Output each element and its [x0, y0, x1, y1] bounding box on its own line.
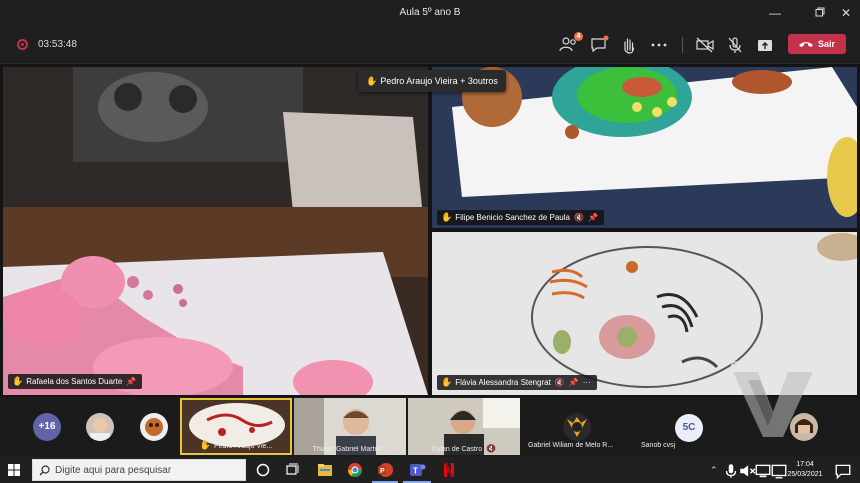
more-actions-button[interactable]	[648, 35, 670, 55]
task-view-icon[interactable]	[284, 461, 302, 479]
camera-off-button[interactable]	[694, 35, 716, 55]
netflix-icon[interactable]	[440, 461, 458, 479]
maximize-icon[interactable]	[811, 4, 829, 22]
close-icon[interactable]: ✕	[837, 4, 855, 22]
recording-icon	[17, 39, 28, 50]
leave-label: Sair	[818, 39, 836, 49]
phone-hangup-icon	[799, 42, 813, 47]
participant-name: Dylan de Castro 🔇	[431, 444, 497, 453]
minimize-icon[interactable]: —	[766, 4, 784, 22]
avatar[interactable]	[563, 413, 591, 441]
raised-hand-icon: ✋	[441, 377, 453, 387]
mic-off-small-icon: 🔇	[486, 444, 497, 453]
teams-icon[interactable]: T	[408, 461, 426, 479]
chrome-icon[interactable]	[346, 461, 364, 479]
teams-meeting-window: Aula 5º ano B — ✕ 03:53:48 4 Sair ✋ Rafa…	[0, 0, 860, 483]
participant-name: Rafaela dos Santos Duarte	[26, 377, 123, 386]
windows-start-icon[interactable]	[8, 464, 20, 476]
leave-button[interactable]: Sair	[788, 34, 846, 54]
mic-off-small-icon: 🔇	[573, 213, 584, 222]
mic-off-icon	[728, 37, 742, 53]
chat-button[interactable]	[588, 35, 610, 55]
avatar[interactable]	[86, 413, 114, 441]
meeting-timer: 03:53:48	[38, 39, 77, 50]
more-options-icon[interactable]: ⋯	[583, 375, 591, 390]
svg-text:T: T	[413, 467, 418, 476]
ellipsis-icon	[651, 43, 667, 47]
svg-text:P: P	[380, 468, 385, 475]
participant-thumb-thiago[interactable]: Thiago Gabriel Martini...	[294, 398, 406, 455]
cortana-icon[interactable]	[254, 461, 272, 479]
pin-icon: 📌	[126, 377, 137, 386]
powerpoint-icon[interactable]: P	[376, 461, 394, 479]
overflow-participants-button[interactable]: +16	[33, 413, 61, 441]
clock-date: 25/03/2021	[787, 471, 823, 478]
camera-off-icon	[696, 37, 714, 53]
taskbar-search[interactable]	[32, 459, 246, 481]
raised-hand-icon: ✋	[366, 76, 378, 86]
window-title: Aula 5º ano B	[399, 7, 461, 18]
avatar[interactable]	[140, 413, 168, 441]
participants-count-badge: 4	[574, 32, 583, 41]
mic-off-button[interactable]	[724, 35, 746, 55]
participant-nametag: ✋ Rafaela dos Santos Duarte 📌	[8, 374, 143, 389]
raised-hands-indicator[interactable]: ✋ Pedro Araujo Vieira + 3outros	[358, 70, 506, 92]
notifications-icon[interactable]	[834, 462, 852, 480]
windows-taskbar: P T ⌃ 17:04 25/03/2021	[0, 457, 860, 483]
participant-name: Flávia Alessandra Stengrat	[455, 378, 551, 387]
participant-thumb-dylan[interactable]: Dylan de Castro 🔇	[408, 398, 520, 455]
share-icon	[758, 40, 772, 51]
video-tile-rafaela[interactable]: ✋ Rafaela dos Santos Duarte 📌	[3, 67, 428, 395]
meeting-toolbar: 03:53:48 4	[0, 26, 860, 64]
participant-name: Sanob cvsj	[641, 442, 676, 449]
participant-nametag: ✋ Filipe Benicio Sanchez de Paula 🔇 📌	[437, 210, 604, 225]
raised-hand-icon: ✋	[441, 212, 453, 222]
share-screen-button[interactable]	[754, 35, 776, 55]
raised-hands-label: Pedro Araujo Vieira + 3outros	[380, 76, 498, 86]
watermark-text: EDUCAÇÃO	[730, 356, 821, 370]
clock-time: 17:04	[796, 461, 814, 468]
avatar-initials[interactable]: 5C	[675, 414, 703, 442]
pin-icon: 📌	[568, 378, 579, 387]
participant-name: Thiago Gabriel Martini...	[312, 446, 388, 453]
toolbar-divider	[682, 37, 683, 53]
search-input[interactable]	[55, 463, 240, 478]
raised-hand-icon: ✋	[199, 440, 211, 450]
participant-thumb-pedro[interactable]: ✋ Pedro Araujo Vie...	[180, 398, 292, 455]
search-icon	[39, 465, 50, 476]
video-feed-clay-on-paper	[3, 67, 428, 395]
participants-button[interactable]: 4	[558, 32, 583, 55]
chat-icon	[591, 35, 609, 53]
participant-name: ✋ Pedro Araujo Vie...	[199, 440, 273, 450]
participant-nametag: ✋ Flávia Alessandra Stengrat 🔇 📌 ⋯	[437, 375, 597, 390]
show-hidden-icons-icon[interactable]: ⌃	[710, 465, 718, 476]
participant-name: Filipe Benicio Sanchez de Paula	[455, 213, 570, 222]
hand-icon	[624, 38, 635, 54]
mic-off-small-icon: 🔇	[554, 378, 565, 387]
pin-icon: 📌	[587, 213, 598, 222]
system-clock[interactable]: 17:04 25/03/2021	[784, 460, 826, 480]
participant-name: Gabriel Wiliam de Melo R...	[528, 442, 614, 449]
video-stage: ✋ Rafaela dos Santos Duarte 📌 ✋ Filipe Ben	[0, 64, 860, 397]
raised-hand-icon: ✋	[12, 376, 24, 386]
title-bar: Aula 5º ano B — ✕	[0, 0, 860, 26]
raise-hand-button[interactable]	[618, 35, 640, 55]
file-explorer-icon[interactable]	[316, 461, 334, 479]
